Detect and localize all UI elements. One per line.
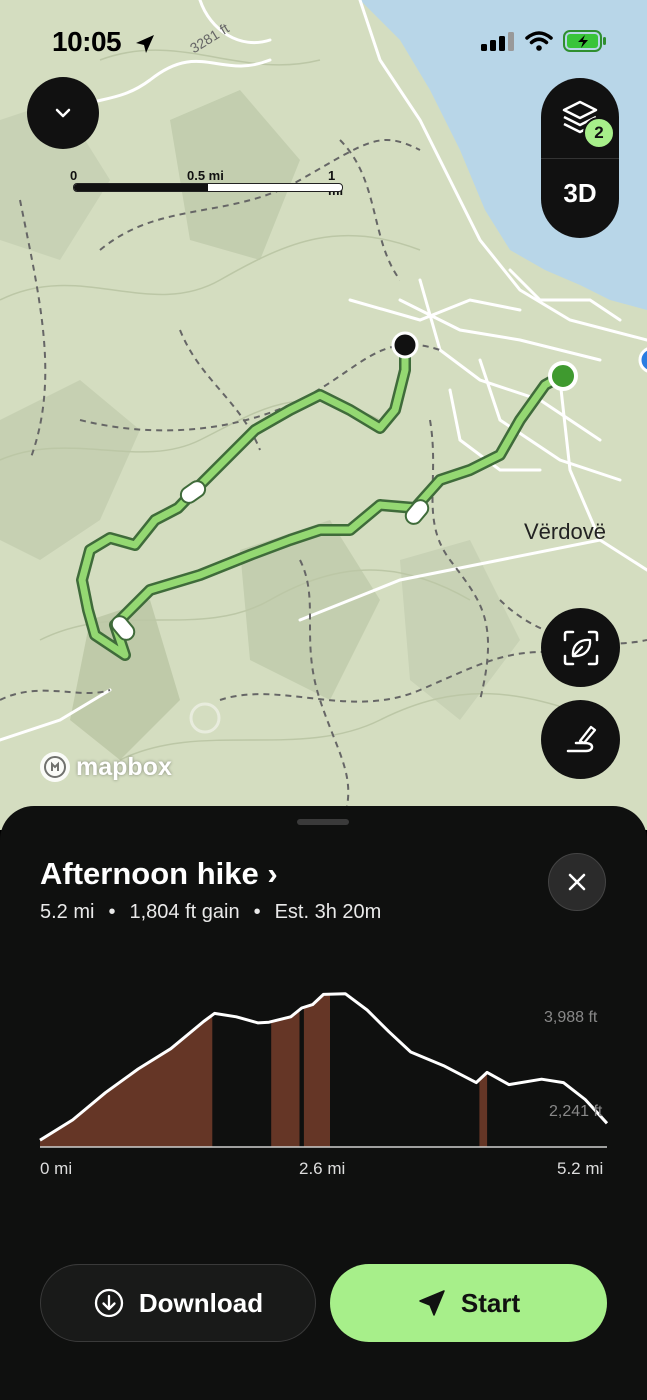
scale-label-0: 0 — [70, 168, 78, 183]
scale-label-mid: 0.5 mi — [187, 168, 224, 183]
3d-toggle-button[interactable]: 3D — [541, 178, 619, 209]
controls-divider — [541, 158, 619, 159]
map-scale-bar: 0 0.5 mi 1 mi — [70, 168, 345, 198]
steep-segment-2 — [303, 994, 330, 1147]
y-tick-label-high: 3,988 ft — [544, 1009, 598, 1026]
scan-leaf-icon — [563, 630, 598, 665]
route-sheet: Afternoon hike › 5.2 mi • 1,804 ft gain … — [0, 806, 647, 1400]
route-distance: 5.2 mi — [40, 901, 95, 923]
close-button[interactable] — [548, 853, 606, 911]
route-stats: 5.2 mi • 1,804 ft gain • Est. 3h 20m — [40, 901, 381, 924]
route-gain: 1,804 ft gain — [129, 901, 240, 923]
status-bar: 10:05 — [0, 0, 647, 80]
signal-icon — [481, 32, 514, 51]
chevron-down-icon — [55, 108, 71, 118]
steep-segment-3 — [479, 1072, 488, 1147]
location-arrow-icon — [136, 35, 154, 53]
route-estimate: Est. 3h 20m — [274, 901, 382, 923]
x-tick-label-start: 0 mi — [40, 1159, 73, 1178]
sheet-grabber[interactable] — [297, 819, 349, 825]
mapbox-logo-icon — [40, 752, 70, 782]
mapbox-wordmark: mapbox — [76, 752, 172, 781]
wifi-icon — [525, 31, 553, 51]
start-button[interactable]: Start — [330, 1264, 607, 1342]
status-icons — [481, 30, 607, 52]
route-title[interactable]: Afternoon hike › — [40, 856, 278, 892]
stats-separator: • — [253, 901, 261, 923]
scale-bar-track — [73, 183, 343, 192]
x-tick-label-mid: 2.6 mi — [299, 1159, 346, 1178]
elevation-chart[interactable] — [0, 936, 647, 1186]
download-icon — [94, 1288, 124, 1318]
navigation-arrow-icon — [419, 1290, 445, 1316]
y-tick-label-low: 2,241 ft — [549, 1103, 603, 1120]
scan-button[interactable] — [541, 608, 620, 687]
status-time: 10:05 — [52, 26, 122, 57]
scale-bar-fill — [74, 184, 208, 191]
map-controls-panel: 2 3D — [541, 78, 619, 238]
x-tick-label-end: 5.2 mi — [557, 1159, 604, 1178]
pen-route-icon — [566, 725, 596, 752]
layers-button[interactable]: 2 — [541, 78, 619, 158]
battery-icon — [563, 30, 606, 52]
mapbox-attribution[interactable]: mapbox — [40, 752, 172, 782]
place-label: Vërdovë — [524, 519, 606, 544]
start-label: Start — [460, 1287, 521, 1318]
draw-route-button[interactable] — [541, 700, 620, 779]
close-icon — [568, 873, 586, 891]
map-view[interactable]: 3281 ft Vërdovë 10:05 0 0.5 mi 1 2 3D ma… — [0, 0, 647, 830]
download-label: Download — [138, 1287, 264, 1318]
collapse-button[interactable] — [27, 77, 99, 149]
stats-separator: • — [108, 901, 116, 923]
layers-count-badge: 2 — [583, 117, 615, 149]
steep-segment-1 — [271, 1009, 300, 1147]
download-button[interactable]: Download — [40, 1264, 316, 1342]
